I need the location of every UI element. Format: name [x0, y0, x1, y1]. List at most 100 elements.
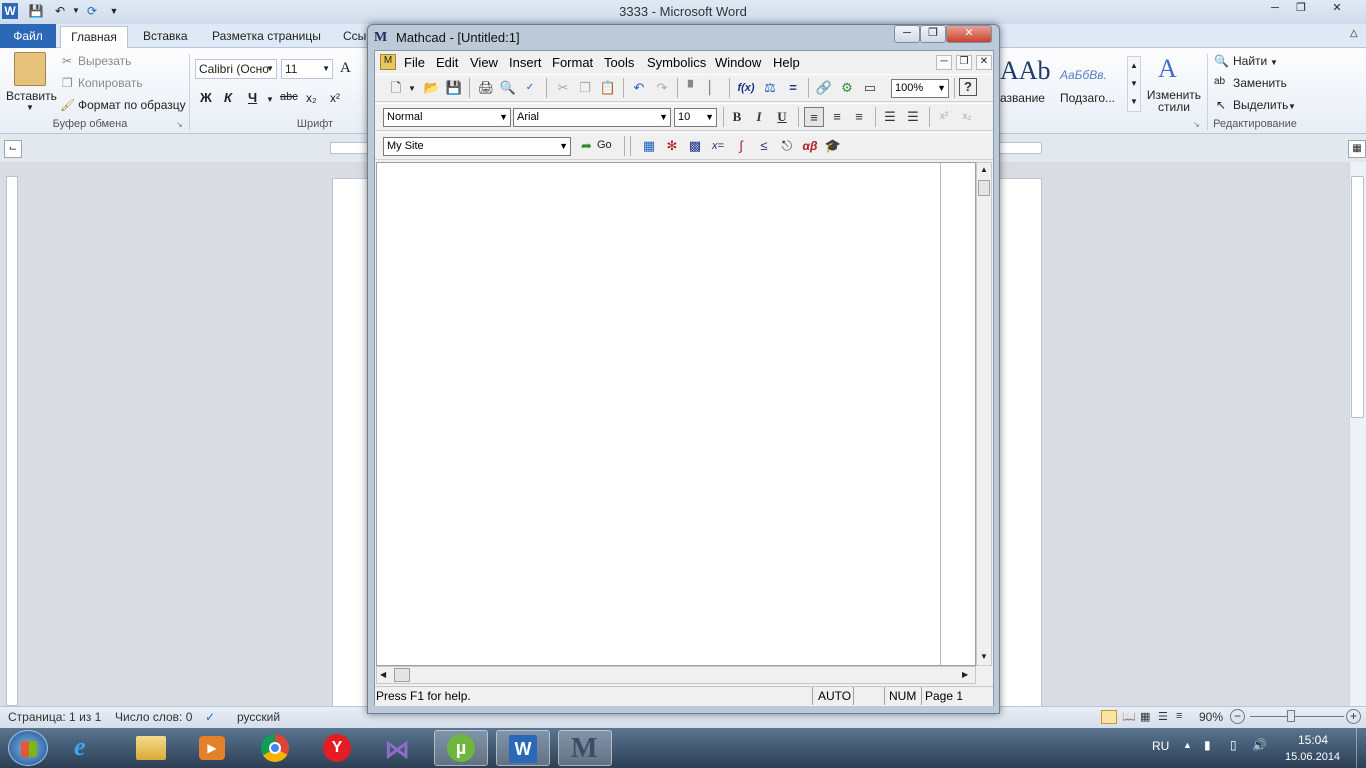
symbolic-toolbar-icon[interactable]: 🎓	[823, 136, 843, 156]
zoom-in-button[interactable]: +	[1346, 709, 1361, 724]
format-painter-button[interactable]: Формат по образцу	[78, 98, 186, 112]
select-dropdown-icon[interactable]: ▼	[1288, 102, 1296, 111]
change-styles-button[interactable]: Изменить стили	[1146, 89, 1202, 113]
bold-button[interactable]: Ж	[200, 90, 212, 105]
tab-file[interactable]: Файл	[0, 24, 56, 48]
page-count-status[interactable]: Страница: 1 из 1	[8, 710, 101, 724]
mathcad-vertical-scrollbar[interactable]: ▲ ▼	[976, 162, 992, 666]
menu-format[interactable]: Format	[552, 55, 593, 70]
underline-button[interactable]: U	[772, 107, 792, 127]
outline-icon[interactable]: ☰	[1158, 710, 1168, 723]
menu-insert[interactable]: Insert	[509, 55, 542, 70]
menu-view[interactable]: View	[470, 55, 498, 70]
align-down-icon[interactable]: ▏	[704, 78, 724, 98]
new-icon[interactable]: 🗋	[386, 78, 406, 98]
taskbar-yandex[interactable]: Y	[310, 730, 364, 766]
scroll-right-icon[interactable]: ▶	[962, 670, 968, 679]
clipboard-launcher-icon[interactable]: ↘	[176, 120, 183, 129]
font-select[interactable]: Arial ▼	[513, 108, 671, 127]
align-center-icon[interactable]: ≡	[827, 107, 847, 127]
word-close-button[interactable]: ✕	[1314, 0, 1360, 18]
undo-icon[interactable]: ↶	[629, 78, 649, 98]
tab-home[interactable]: Главная	[60, 26, 128, 49]
tab-selector-icon[interactable]: ⌙	[4, 140, 22, 158]
taskbar-explorer[interactable]	[124, 730, 178, 766]
find-button[interactable]: Найти	[1233, 54, 1267, 68]
insert-unit-icon[interactable]: ⚖	[760, 78, 780, 98]
print-icon[interactable]: 🖨	[476, 78, 496, 98]
paste-button[interactable]: Вставить	[6, 89, 57, 103]
underline-button[interactable]: Ч	[248, 90, 257, 105]
clock-date[interactable]: 15.06.2014	[1285, 751, 1340, 763]
mathcad-horizontal-scrollbar[interactable]: ◀ ▶	[376, 666, 976, 684]
boolean-toolbar-icon[interactable]: ≤	[754, 136, 774, 156]
bullets-icon[interactable]: ☰	[880, 107, 900, 127]
superscript-button[interactable]: x²	[330, 91, 340, 105]
taskbar-utorrent[interactable]: µ	[434, 730, 488, 766]
taskbar-ie[interactable]: e	[62, 730, 116, 766]
help-icon[interactable]: ?	[959, 78, 977, 96]
zoom-slider-thumb[interactable]	[1287, 710, 1295, 722]
word-scroll-thumb[interactable]	[1351, 176, 1364, 418]
word-vertical-scrollbar[interactable]	[1349, 162, 1366, 706]
spell-check-icon[interactable]: ✓	[520, 78, 540, 98]
bold-button[interactable]: B	[727, 107, 747, 127]
mathcad-worksheet[interactable]	[376, 162, 976, 666]
strikethrough-button[interactable]: abc	[280, 91, 298, 103]
qat-customize-icon[interactable]: ▼	[106, 3, 122, 19]
graph-toolbar-icon[interactable]: ✻	[662, 136, 682, 156]
programming-toolbar-icon[interactable]: ⎋	[777, 136, 797, 156]
paste-icon[interactable]	[14, 52, 46, 86]
mathcad-hscroll-thumb[interactable]	[394, 668, 410, 682]
menu-file[interactable]: File	[404, 55, 425, 70]
mathcad-maximize-button[interactable]: ❐	[920, 25, 946, 43]
word-minimize-button[interactable]: ─	[1262, 0, 1288, 18]
find-dropdown-icon[interactable]: ▼	[1270, 58, 1278, 67]
resource-center-icon[interactable]: ▭	[860, 78, 880, 98]
tab-insert[interactable]: Вставка	[143, 24, 188, 48]
site-select[interactable]: My Site ▼	[383, 137, 571, 156]
tab-page-layout[interactable]: Разметка страницы	[212, 24, 321, 48]
mathcad-close-button[interactable]: ✕	[946, 25, 992, 43]
web-layout-icon[interactable]: ▦	[1140, 710, 1150, 723]
language-status[interactable]: русский	[237, 710, 280, 724]
print-preview-icon[interactable]: 🔍	[498, 78, 518, 98]
menu-symbolics[interactable]: Symbolics	[647, 55, 706, 70]
redo-icon[interactable]: ⟳	[84, 3, 100, 19]
doc-minimize-button[interactable]: ─	[936, 55, 952, 70]
insert-hyperlink-icon[interactable]: 🔗	[814, 78, 834, 98]
vertical-ruler[interactable]	[6, 176, 18, 706]
undo-icon[interactable]: ↶	[52, 3, 68, 19]
taskbar-mathcad[interactable]: M	[558, 730, 612, 766]
scroll-down-icon[interactable]: ▼	[980, 652, 988, 661]
reading-layout-icon[interactable]: 📖	[1122, 710, 1136, 723]
scroll-up-icon[interactable]: ▲	[980, 165, 988, 174]
styles-scroll-icon[interactable]: ▲ ▼ ▼	[1127, 56, 1141, 112]
undo-dropdown-icon[interactable]: ▼	[68, 3, 84, 19]
mathcad-scroll-thumb[interactable]	[978, 180, 990, 196]
taskbar-media-player[interactable]: ▶	[186, 730, 240, 766]
mathcad-minimize-button[interactable]: ─	[894, 25, 920, 43]
insert-component-icon[interactable]: ⚙	[837, 78, 857, 98]
save-file-icon[interactable]: 💾	[444, 78, 464, 98]
calculator-toolbar-icon[interactable]: ▦	[639, 136, 659, 156]
italic-button[interactable]: К	[224, 90, 232, 105]
tray-expand-icon[interactable]: ▲	[1183, 740, 1192, 750]
copy-button[interactable]: Копировать	[78, 76, 143, 90]
style-subtitle-sample[interactable]: АаБбВв.	[1060, 68, 1107, 82]
new-dropdown-icon[interactable]: ▼	[408, 84, 416, 93]
align-right-icon[interactable]: ≡	[849, 107, 869, 127]
insert-function-icon[interactable]: f(x)	[736, 78, 756, 98]
matrix-toolbar-icon[interactable]: ▩	[685, 136, 705, 156]
subscript-button[interactable]: x₂	[306, 91, 317, 105]
font-size-select[interactable]: 10 ▼	[674, 108, 717, 127]
zoom-select[interactable]: 100% ▼	[891, 79, 949, 98]
font-name-select[interactable]: Calibri (Осно ▼	[195, 59, 277, 79]
grow-font-button[interactable]: A	[340, 60, 351, 77]
word-maximize-button[interactable]: ❐	[1288, 0, 1314, 18]
replace-button[interactable]: Заменить	[1233, 76, 1287, 90]
paste-icon[interactable]: 📋	[598, 78, 618, 98]
underline-dropdown-icon[interactable]: ▼	[266, 95, 274, 104]
draft-icon[interactable]: ≡	[1176, 710, 1182, 722]
print-layout-icon[interactable]	[1101, 710, 1117, 724]
